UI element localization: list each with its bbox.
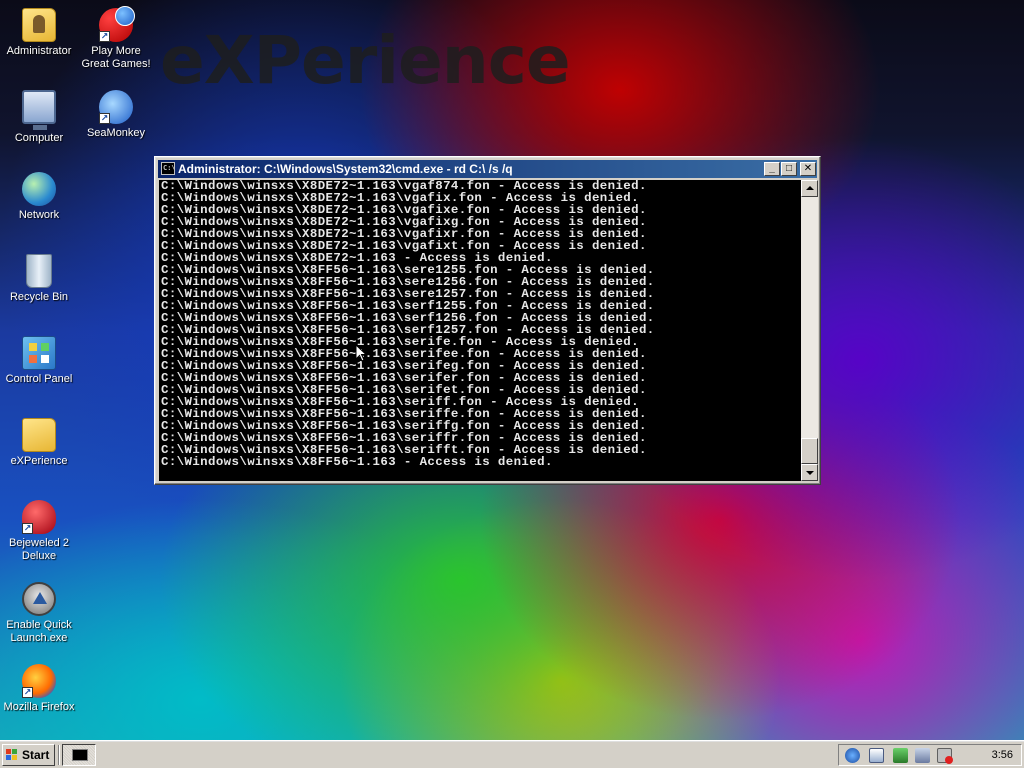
desktop-icon-firefox[interactable]: ↗ Mozilla Firefox [0, 664, 78, 714]
network-tray-icon[interactable] [915, 748, 930, 763]
computer-icon [22, 90, 56, 130]
desktop: eXPerience Administrator Computer Networ… [0, 0, 1024, 740]
desktop-icon-label: Administrator [6, 45, 72, 57]
network-icon [22, 172, 56, 206]
scroll-thumb[interactable] [801, 438, 818, 464]
desktop-icon-label: Play More Great Games! [81, 45, 151, 70]
cmd-window[interactable]: C:\ Administrator: C:\Windows\System32\c… [154, 156, 821, 485]
seamonkey-tray-icon[interactable] [845, 748, 860, 763]
desktop-icon-recycle-bin[interactable]: Recycle Bin [0, 254, 78, 304]
cmd-title: Administrator: C:\Windows\System32\cmd.e… [178, 162, 513, 176]
maximize-button[interactable]: □ [781, 162, 797, 176]
console-lines: C:\Windows\winsxs\X8DE72~1.163\vgaf874.f… [161, 180, 801, 468]
power-tray-icon[interactable] [893, 748, 908, 763]
cmd-titlebar[interactable]: C:\ Administrator: C:\Windows\System32\c… [158, 160, 817, 178]
desktop-icon-label: Computer [14, 132, 64, 144]
quick-launch-icon [22, 582, 56, 616]
shortcut-arrow-icon: ↗ [22, 523, 33, 534]
user-folder-icon [22, 8, 56, 42]
console-output[interactable]: C:\Windows\winsxs\X8DE72~1.163\vgaf874.f… [159, 180, 801, 481]
scroll-down-button[interactable] [801, 464, 818, 481]
system-tray: 3:56 [838, 744, 1022, 766]
taskbar: Start 3:56 [0, 740, 1024, 768]
desktop-icon-label: Bejeweled 2 Deluxe [9, 537, 69, 562]
desktop-icon-administrator[interactable]: Administrator [0, 8, 78, 58]
cmd-icon [72, 749, 88, 761]
clock[interactable]: 3:56 [992, 745, 1013, 765]
desktop-icon-label: Control Panel [5, 373, 73, 385]
desktop-icon-label: SeaMonkey [86, 127, 146, 139]
minimize-button[interactable]: _ [764, 162, 780, 176]
windows-logo-icon [6, 749, 18, 761]
desktop-icon-seamonkey[interactable]: ↗ SeaMonkey [77, 90, 155, 140]
desktop-icon-quick-launch[interactable]: Enable Quick Launch.exe [0, 582, 78, 645]
control-panel-icon [22, 336, 56, 370]
desktop-icon-computer[interactable]: Computer [0, 90, 78, 145]
scroll-up-button[interactable] [801, 180, 818, 197]
desktop-icon-play-more-games[interactable]: ↗ Play More Great Games! [77, 6, 155, 71]
seamonkey-icon: ↗ [99, 90, 133, 124]
games-icon: ↗ [99, 6, 135, 42]
console-line: C:\Windows\winsxs\X8FF56~1.163 - Access … [161, 455, 553, 469]
desktop-icon-label: Network [18, 209, 60, 221]
desktop-icon-label: eXPerience [10, 455, 68, 467]
shortcut-arrow-icon: ↗ [22, 687, 33, 698]
bejeweled-icon: ↗ [22, 500, 56, 534]
document-tray-icon[interactable] [869, 748, 884, 763]
taskbar-button-cmd[interactable] [62, 744, 96, 766]
desktop-icon-network[interactable]: Network [0, 172, 78, 222]
firefox-icon: ↗ [22, 664, 56, 698]
desktop-icon-experience[interactable]: eXPerience [0, 418, 78, 468]
shortcut-arrow-icon: ↗ [99, 31, 110, 42]
brand-watermark: eXPerience [160, 22, 571, 99]
shortcut-arrow-icon: ↗ [99, 113, 110, 124]
volume-muted-icon[interactable] [937, 748, 953, 764]
vertical-scrollbar[interactable] [801, 180, 818, 481]
desktop-icon-control-panel[interactable]: Control Panel [0, 336, 78, 386]
close-button[interactable]: ✕ [800, 162, 816, 176]
mouse-pointer-icon [355, 344, 367, 362]
recycle-bin-icon [26, 254, 52, 288]
start-button[interactable]: Start [2, 744, 55, 766]
desktop-icon-bejeweled[interactable]: ↗ Bejeweled 2 Deluxe [0, 500, 78, 563]
folder-icon [22, 418, 56, 452]
desktop-icon-label: Enable Quick Launch.exe [6, 619, 72, 644]
cmd-icon[interactable]: C:\ [161, 162, 176, 175]
desktop-icon-label: Mozilla Firefox [3, 701, 75, 713]
desktop-icon-label: Recycle Bin [9, 291, 69, 303]
start-label: Start [22, 748, 50, 762]
taskbar-separator [58, 745, 60, 765]
